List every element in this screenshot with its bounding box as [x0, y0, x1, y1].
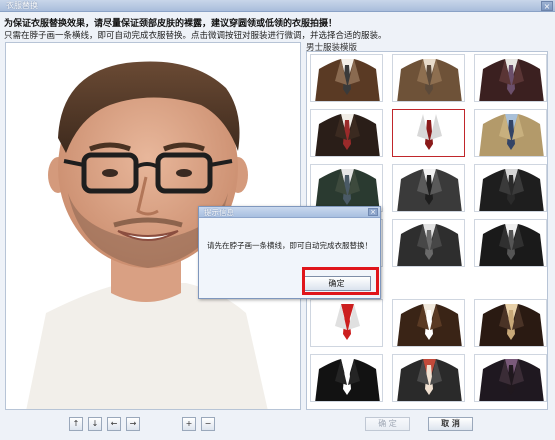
outfit-tile-womens-red-collar[interactable]: [310, 299, 383, 347]
cancel-button[interactable]: 取 消: [428, 417, 473, 431]
outfit-tile-suit-tan-blue-shirt[interactable]: [474, 109, 547, 157]
hint-instructions: 只需在脖子画一条横线，即可自动完成衣服替换。点击微调按钮对服装进行微调，并选择合…: [4, 31, 387, 41]
move-down-button[interactable]: ↓: [88, 417, 102, 431]
hint-bold: 为保证衣服替换效果，请尽量保证颈部皮肤的裸露，建议穿圆领或低领的衣服拍摄！: [4, 19, 338, 29]
zoom-out-button[interactable]: −: [201, 417, 215, 431]
outfit-tile-womens-floral-scarf[interactable]: [392, 354, 465, 402]
outfit-tile-suit-brown-tan[interactable]: [392, 54, 465, 102]
outfit-tile-womens-dark-blouse[interactable]: [474, 354, 547, 402]
outfit-tile-shirt-white-red-collar[interactable]: [392, 109, 465, 157]
outfit-tile-suit-dark-green[interactable]: [310, 164, 383, 212]
dialog-title-bar: 提示信息 ×: [199, 207, 380, 218]
outfit-tile-womens-brown-jacket[interactable]: [392, 299, 465, 347]
outfit-tile-womens-black-white[interactable]: [310, 354, 383, 402]
dialog-title: 提示信息: [204, 208, 234, 217]
move-up-button[interactable]: ↑: [69, 417, 83, 431]
dialog-message: 请先在脖子画一条横线，即可自动完成衣服替换！: [207, 241, 372, 250]
confirm-button[interactable]: 确 定: [365, 417, 410, 431]
outfit-tile-suit-dark-plaid[interactable]: [392, 219, 465, 267]
move-left-button[interactable]: ←: [107, 417, 121, 431]
outfit-tile-suit-black-stripe[interactable]: [474, 219, 547, 267]
outfit-tile-suit-black-gray[interactable]: [474, 164, 547, 212]
outfit-tile-suit-black-red-tie[interactable]: [310, 109, 383, 157]
close-icon[interactable]: ×: [541, 1, 553, 11]
outfit-tile-womens-tan-scarf[interactable]: [474, 299, 547, 347]
window-title: 衣服替换: [6, 1, 38, 10]
ok-button-highlight: [302, 267, 379, 295]
outfit-tile-suit-gray-pattern[interactable]: [392, 164, 465, 212]
dialog-close-icon[interactable]: ×: [368, 208, 378, 216]
move-right-button[interactable]: →: [126, 417, 140, 431]
title-bar: 衣服替换 ×: [0, 0, 555, 12]
outfit-tile-suit-brown-dark[interactable]: [310, 54, 383, 102]
outfit-tile-suit-maroon[interactable]: [474, 54, 547, 102]
zoom-in-button[interactable]: +: [182, 417, 196, 431]
